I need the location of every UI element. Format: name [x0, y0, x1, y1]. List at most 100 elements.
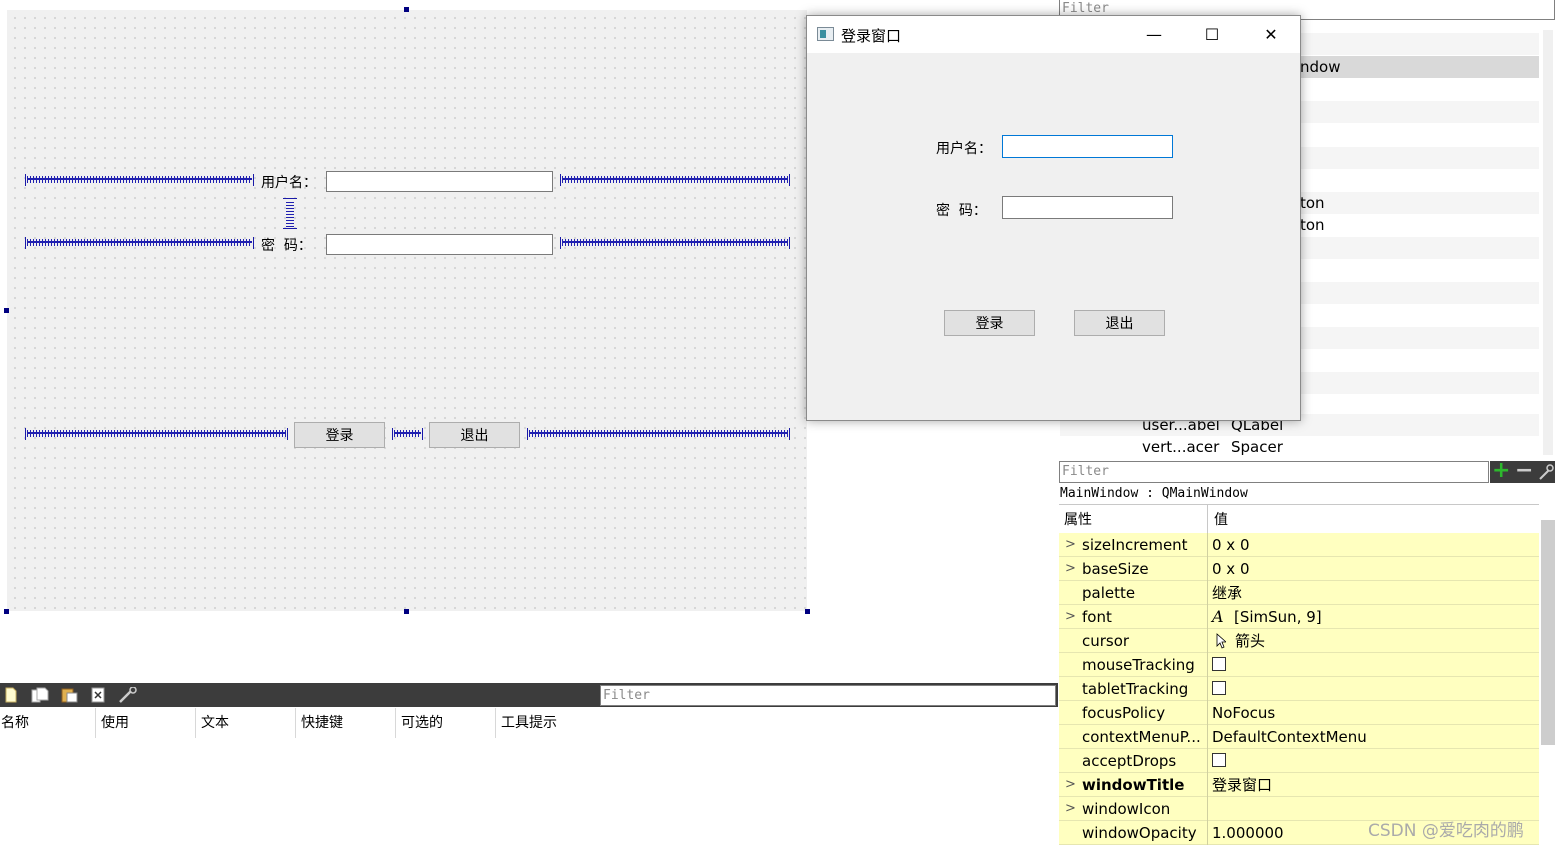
- resize-handle-bottom-right[interactable]: [805, 609, 810, 614]
- row-divider: [1207, 653, 1208, 677]
- horizontal-spacer-buttons-middle[interactable]: [392, 428, 423, 440]
- resize-handle-bottom-left[interactable]: [4, 609, 9, 614]
- property-name: font: [1082, 608, 1112, 626]
- designer-username-input[interactable]: [326, 171, 553, 192]
- designer-password-label[interactable]: 密 码：: [261, 235, 312, 255]
- property-name: windowIcon: [1082, 800, 1171, 818]
- object-class: ton: [1300, 216, 1325, 234]
- resize-handle-top[interactable]: [404, 7, 409, 12]
- column-header-name[interactable]: 名称: [0, 708, 96, 738]
- add-property-icon[interactable]: +: [1492, 459, 1510, 483]
- dialog-login-button[interactable]: 登录: [944, 310, 1035, 336]
- remove-property-icon[interactable]: −: [1515, 459, 1533, 483]
- configure-property-icon[interactable]: [1538, 464, 1554, 480]
- resize-handle-bottom[interactable]: [404, 609, 409, 614]
- horizontal-spacer-left-2[interactable]: [25, 237, 254, 249]
- horizontal-spacer-left-1[interactable]: [25, 174, 254, 186]
- property-row-acceptDrops[interactable]: acceptDrops: [1059, 749, 1539, 773]
- chevron-right-icon[interactable]: >: [1065, 557, 1076, 581]
- tablet-tracking-checkbox[interactable]: [1212, 681, 1226, 695]
- row-divider: [1207, 605, 1208, 629]
- property-row-font[interactable]: > font A [SimSun, 9]: [1059, 605, 1539, 629]
- horizontal-spacer-buttons-right[interactable]: [527, 428, 790, 440]
- designer-username-label[interactable]: 用户名：: [261, 172, 317, 192]
- designer-password-input[interactable]: [326, 234, 553, 255]
- property-row-palette[interactable]: palette 继承: [1059, 581, 1539, 605]
- property-value[interactable]: 1.000000: [1212, 821, 1284, 845]
- close-button[interactable]: ✕: [1242, 16, 1300, 53]
- property-value[interactable]: NoFocus: [1212, 701, 1275, 725]
- property-row-mouseTracking[interactable]: mouseTracking: [1059, 653, 1539, 677]
- chevron-right-icon[interactable]: >: [1065, 533, 1076, 557]
- column-header-checkable[interactable]: 可选的: [400, 708, 496, 738]
- chevron-right-icon[interactable]: >: [1065, 797, 1076, 821]
- object-row[interactable]: vert...acer Spacer: [1060, 436, 1539, 458]
- configure-icon[interactable]: [117, 687, 139, 703]
- property-name: acceptDrops: [1082, 752, 1177, 770]
- action-filter-input[interactable]: Filter: [600, 685, 1056, 706]
- property-row-cursor[interactable]: cursor 箭头: [1059, 629, 1539, 653]
- property-scrollbar-thumb[interactable]: [1541, 520, 1555, 745]
- property-value[interactable]: [SimSun, 9]: [1234, 605, 1322, 629]
- new-action-icon[interactable]: [4, 687, 18, 703]
- maximize-button[interactable]: ☐: [1183, 16, 1241, 53]
- property-row-contextMenuPolicy[interactable]: contextMenuP... DefaultContextMenu: [1059, 725, 1539, 749]
- minimize-button[interactable]: —: [1125, 16, 1183, 53]
- login-dialog-window: 登录窗口 — ☐ ✕ 用户名： 密 码： 登录 退出: [806, 15, 1301, 421]
- watermark: CSDN @爱吃肉的鹏: [1368, 821, 1524, 841]
- property-name: cursor: [1082, 632, 1130, 650]
- object-inspector-scrollbar[interactable]: [1543, 30, 1553, 455]
- designer-login-button[interactable]: 登录: [294, 422, 385, 448]
- column-header-shortcut[interactable]: 快捷键: [300, 708, 396, 738]
- property-value[interactable]: 箭头: [1235, 629, 1265, 653]
- row-divider: [1207, 821, 1208, 845]
- header-property[interactable]: 属性: [1064, 505, 1092, 535]
- property-row-baseSize[interactable]: > baseSize 0 x 0: [1059, 557, 1539, 581]
- chevron-right-icon[interactable]: >: [1065, 605, 1076, 629]
- column-header-used[interactable]: 使用: [100, 708, 196, 738]
- horizontal-spacer-buttons-left[interactable]: [25, 428, 288, 440]
- dialog-exit-button[interactable]: 退出: [1074, 310, 1165, 336]
- property-name: mouseTracking: [1082, 656, 1195, 674]
- row-divider: [1207, 701, 1208, 725]
- property-row-focusPolicy[interactable]: focusPolicy NoFocus: [1059, 701, 1539, 725]
- window-icon: [817, 27, 834, 41]
- property-row-tabletTracking[interactable]: tabletTracking: [1059, 677, 1539, 701]
- form-canvas[interactable]: [7, 10, 807, 611]
- resize-handle-left[interactable]: [4, 308, 9, 313]
- object-name: vert...acer: [1142, 438, 1220, 456]
- vertical-spacer[interactable]: [283, 198, 297, 229]
- property-value[interactable]: 登录窗口: [1212, 773, 1272, 797]
- designer-exit-button[interactable]: 退出: [429, 422, 520, 448]
- property-row-sizeIncrement[interactable]: > sizeIncrement 0 x 0: [1059, 533, 1539, 557]
- arrow-cursor-icon: [1216, 633, 1226, 649]
- property-name: windowOpacity: [1082, 824, 1197, 842]
- property-name: focusPolicy: [1082, 704, 1166, 722]
- property-value[interactable]: 0 x 0: [1212, 533, 1250, 557]
- header-value[interactable]: 值: [1214, 505, 1228, 535]
- object-class: Spacer: [1231, 438, 1283, 456]
- accept-drops-checkbox[interactable]: [1212, 753, 1226, 767]
- column-header-text[interactable]: 文本: [200, 708, 296, 738]
- dialog-username-input[interactable]: [1002, 135, 1173, 158]
- property-row-windowTitle[interactable]: > windowTitle 登录窗口: [1059, 773, 1539, 797]
- dialog-password-input[interactable]: [1002, 196, 1173, 219]
- horizontal-spacer-right-1[interactable]: [560, 174, 790, 186]
- copy-action-icon[interactable]: [31, 687, 49, 703]
- row-divider: [1207, 533, 1208, 557]
- dialog-password-label: 密 码：: [936, 203, 987, 219]
- paste-action-icon[interactable]: [60, 687, 78, 703]
- dialog-titlebar[interactable]: 登录窗口 — ☐ ✕: [807, 16, 1300, 53]
- delete-action-icon[interactable]: [90, 687, 106, 703]
- property-value[interactable]: 继承: [1212, 581, 1242, 605]
- property-filter-input[interactable]: Filter: [1059, 461, 1489, 483]
- row-divider: [1207, 557, 1208, 581]
- row-divider: [1207, 725, 1208, 749]
- horizontal-spacer-right-2[interactable]: [560, 237, 790, 249]
- row-divider: [1207, 581, 1208, 605]
- column-header-tooltip[interactable]: 工具提示: [500, 708, 596, 738]
- property-value[interactable]: DefaultContextMenu: [1212, 725, 1367, 749]
- mouse-tracking-checkbox[interactable]: [1212, 657, 1226, 671]
- chevron-right-icon[interactable]: >: [1065, 773, 1076, 797]
- property-value[interactable]: 0 x 0: [1212, 557, 1250, 581]
